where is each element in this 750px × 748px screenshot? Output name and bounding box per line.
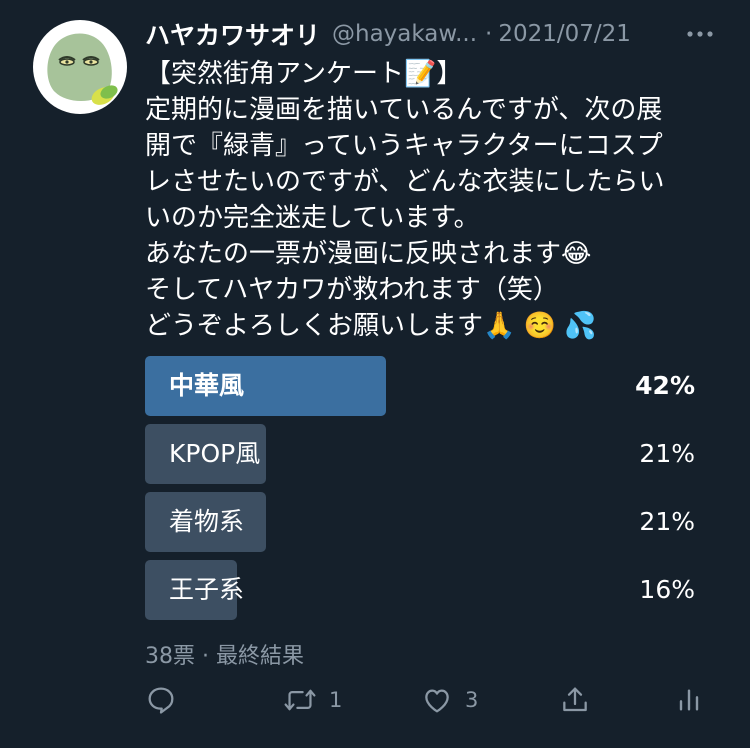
- retweet-count: 1: [329, 688, 343, 712]
- tweet-line: そしてハヤカワが救われます（笑）: [145, 275, 559, 305]
- like-count: 3: [465, 688, 479, 712]
- retweet-button[interactable]: 1: [283, 678, 342, 722]
- avatar[interactable]: [33, 20, 127, 114]
- tweet: ハヤカワサオリ @hayakaw... · 2021/07/21 【突然街角アン…: [0, 0, 750, 748]
- tweet-line: いのか完全迷走しています。: [145, 203, 480, 233]
- retweet-icon: [283, 684, 317, 716]
- tweet-text: 【突然街角アンケート📝】 定期的に漫画を描いているんですが、次の展 開で『緑青』…: [145, 56, 730, 344]
- poll-choice-percent: 42%: [635, 371, 695, 400]
- poll-choice-percent: 16%: [639, 575, 695, 604]
- action-bar: 1 3: [145, 678, 725, 722]
- heart-icon: [421, 684, 453, 716]
- reply-icon: [145, 684, 177, 716]
- poll-choice: 王子系 16%: [145, 560, 695, 620]
- tweet-date[interactable]: 2021/07/21: [498, 21, 631, 47]
- poll-choice: 着物系 21%: [145, 492, 695, 552]
- analytics-button[interactable]: [673, 678, 705, 722]
- poll-meta: 38票 · 最終結果: [145, 644, 304, 669]
- tweet-line: レさせたいのですが、どんな衣装にしたらい: [145, 167, 665, 197]
- tweet-line: 開で『緑青』っていうキャラクターにコスプ: [145, 131, 663, 161]
- poll-choice-percent: 21%: [639, 439, 695, 468]
- poll-choice: KPOP風 21%: [145, 424, 695, 484]
- poll-choice-percent: 21%: [639, 507, 695, 536]
- tweet-line: 【突然街角アンケート📝】: [145, 59, 463, 89]
- reply-button[interactable]: [145, 678, 189, 722]
- poll-choice-label: 中華風: [169, 371, 245, 400]
- separator: ·: [485, 21, 493, 47]
- tweet-line: どうぞよろしくお願いします🙏 ☺️ 💦: [145, 311, 597, 341]
- poll-choice-label: 王子系: [169, 575, 245, 604]
- tweet-line: 定期的に漫画を描いているんですが、次の展: [145, 95, 663, 125]
- poll-choice-label: 着物系: [169, 507, 245, 536]
- analytics-icon: [673, 684, 705, 716]
- more-icon[interactable]: [685, 22, 715, 46]
- display-name[interactable]: ハヤカワサオリ: [145, 16, 320, 52]
- share-button[interactable]: [559, 678, 591, 722]
- like-button[interactable]: 3: [421, 678, 478, 722]
- tweet-line: あなたの一票が漫画に反映されます😂: [145, 239, 592, 269]
- poll: 中華風 42% KPOP風 21% 着物系 21% 王子系 16%: [145, 356, 695, 628]
- poll-choice: 中華風 42%: [145, 356, 695, 416]
- poll-choice-label: KPOP風: [169, 439, 261, 468]
- tweet-header: ハヤカワサオリ @hayakaw... · 2021/07/21: [145, 14, 725, 54]
- user-handle[interactable]: @hayakaw...: [332, 21, 477, 47]
- share-icon: [559, 684, 591, 716]
